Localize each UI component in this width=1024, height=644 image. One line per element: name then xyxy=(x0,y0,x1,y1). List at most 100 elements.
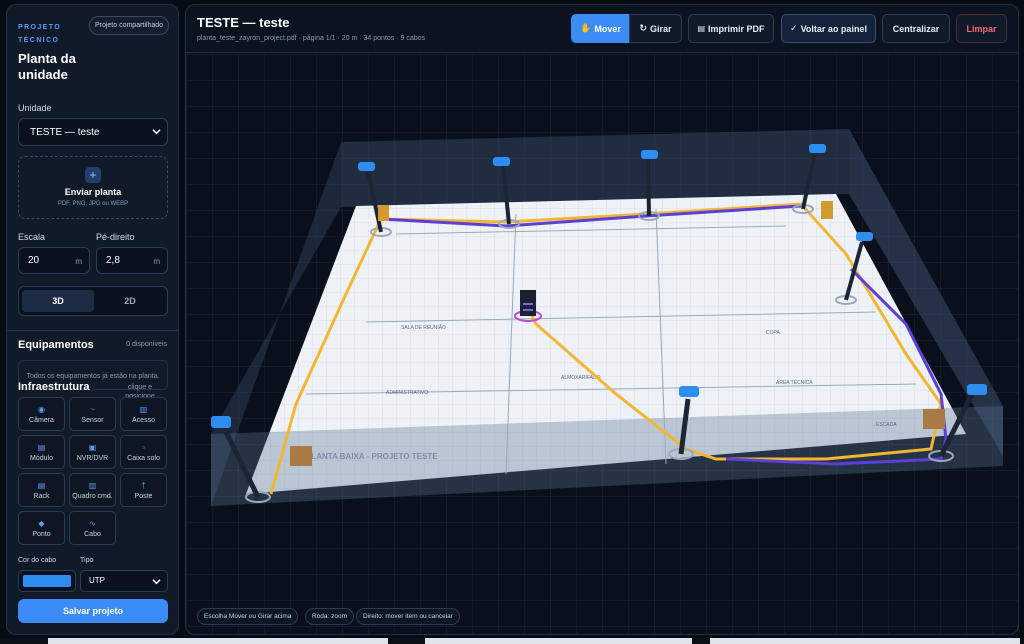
equip-nvr-button[interactable]: ▣ NVR/DVR xyxy=(69,435,116,469)
cable-type-select[interactable]: UTP xyxy=(80,570,168,592)
access-panel[interactable] xyxy=(378,205,389,221)
room-label: SALA DE REUNIÃO xyxy=(401,324,446,331)
back-label: Voltar ao painel xyxy=(800,23,867,34)
room-label: ÁREA TÉCNICA xyxy=(776,379,813,386)
hint-pill: Escolha Mover ou Girar acima xyxy=(197,608,299,625)
cable-type-value: UTP xyxy=(89,576,105,585)
upload-formats: PDF, PNG, JPG ou WEBP xyxy=(57,201,129,207)
cable-color-fill xyxy=(23,575,71,587)
bottom-strip-segment xyxy=(710,638,1020,644)
access-icon: ▥ xyxy=(139,405,148,414)
chevron-down-icon xyxy=(152,129,161,135)
move-label: Mover xyxy=(594,23,621,34)
scale-unit: m xyxy=(75,257,82,266)
upload-plan-dropzone[interactable]: + Enviar planta PDF, PNG, JPG ou WEBP xyxy=(18,156,168,219)
view-2d-button[interactable]: 2D xyxy=(94,290,166,312)
equip-point-button[interactable]: ◆ Ponto xyxy=(18,511,65,545)
hand-icon: ✋ xyxy=(580,23,592,33)
height-unit: m xyxy=(153,257,160,266)
infrastructure-grid: ◉ Câmera ~ Sensor ▥ Acesso ▤ Módulo ▣ NVR/DVR… xyxy=(18,397,170,545)
nvr-icon: ▣ xyxy=(88,443,97,452)
equip-pole-button[interactable]: † Poste xyxy=(120,473,167,507)
rack-icon: ▤ xyxy=(37,481,46,490)
cable-color-picker[interactable] xyxy=(18,570,76,592)
page-title: TESTE — teste xyxy=(197,15,290,30)
point-icon: ◆ xyxy=(38,519,45,528)
clear-button[interactable]: Limpar xyxy=(956,14,1007,43)
room-label: ESCADA xyxy=(876,422,897,428)
equip-cable-button[interactable]: ∿ Cabo xyxy=(69,511,116,545)
plus-icon: + xyxy=(85,167,101,183)
bottom-strip-segment xyxy=(425,638,692,644)
equip-label: Acesso xyxy=(132,417,155,424)
rotate-icon: ↻ xyxy=(639,23,648,33)
print-label: Imprimir PDF xyxy=(708,23,765,34)
rotate-button[interactable]: ↻ Girar xyxy=(629,14,682,43)
ground-box-icon: ▫ xyxy=(142,443,145,452)
scene-svg: SALA DE REUNIÃO ADMINISTRATIVO ALMOXARIF… xyxy=(186,54,1018,634)
bottom-strip-segment xyxy=(48,638,388,644)
cable-icon: ∿ xyxy=(89,519,96,528)
sidebar-eyebrow: PROJETO TÉCNICO xyxy=(18,24,62,44)
access-panel[interactable] xyxy=(821,201,833,219)
chevron-down-icon xyxy=(152,579,161,585)
equip-sensor-button[interactable]: ~ Sensor xyxy=(69,397,116,431)
view-mode-toggle: 3D 2D xyxy=(18,286,168,316)
unit-select-value: TESTE — teste xyxy=(30,126,100,138)
cable-type-label: Tipo xyxy=(80,557,94,564)
equip-rack-button[interactable]: ▤ Rack xyxy=(18,473,65,507)
equip-label: Rack xyxy=(33,493,50,500)
infrastructure-title: Infraestrutura xyxy=(18,381,90,393)
height-value: 2,8 xyxy=(106,255,120,266)
sensor-icon: ~ xyxy=(90,405,95,414)
3d-viewport[interactable]: SALA DE REUNIÃO ADMINISTRATIVO ALMOXARIF… xyxy=(186,54,1018,634)
equipment-empty-text: Todos os equipamentos já estão na planta… xyxy=(26,373,160,380)
ground-box[interactable] xyxy=(290,446,312,466)
move-button[interactable]: ✋ Mover xyxy=(571,14,630,43)
toolbar: TESTE — teste planta_teste_zayron_projec… xyxy=(186,5,1018,53)
check-icon: ✓ xyxy=(790,23,798,33)
unit-label: Unidade xyxy=(18,103,52,113)
printer-icon: ▤ xyxy=(697,24,706,33)
sidebar-title: Planta da unidade xyxy=(18,51,76,82)
equip-label: Módulo xyxy=(30,455,53,462)
hint-pill: Roda: zoom xyxy=(305,608,355,625)
camera-icon: ◉ xyxy=(38,405,45,414)
equip-access-button[interactable]: ▥ Acesso xyxy=(120,397,167,431)
shared-project-badge[interactable]: Projeto compartilhado xyxy=(89,16,169,35)
module-icon: ▤ xyxy=(37,443,46,452)
scale-label: Escala xyxy=(18,232,46,242)
room-label: ADMINISTRATIVO xyxy=(386,390,428,396)
panel-icon: ▥ xyxy=(88,481,97,490)
room-label: COPA xyxy=(766,330,780,336)
rotate-label: Girar xyxy=(650,23,672,34)
equip-camera-button[interactable]: ◉ Câmera xyxy=(18,397,65,431)
equip-ground-box-button[interactable]: ▫ Caixa solo xyxy=(120,435,167,469)
equip-label: Câmera xyxy=(29,417,54,424)
upload-title: Enviar planta xyxy=(64,187,122,197)
height-input[interactable]: 2,8 m xyxy=(96,247,168,274)
view-3d-button[interactable]: 3D xyxy=(22,290,94,312)
equip-panel-button[interactable]: ▥ Quadro cmd. xyxy=(69,473,116,507)
hint-pill: Direito: mover item ou cancelar xyxy=(356,608,460,625)
equip-label: Caixa solo xyxy=(127,455,160,462)
equip-module-button[interactable]: ▤ Módulo xyxy=(18,435,65,469)
equipment-title: Equipamentos xyxy=(18,339,94,351)
equip-label: Sensor xyxy=(81,417,104,424)
save-project-button[interactable]: Salvar projeto xyxy=(18,599,168,623)
plan-title: PLANTA BAIXA - PROJETO TESTE xyxy=(306,452,438,461)
ground-box[interactable] xyxy=(923,409,945,429)
back-to-dashboard-button[interactable]: ✓ Voltar ao painel xyxy=(781,14,876,43)
center-button[interactable]: Centralizar xyxy=(882,14,950,43)
back-wall xyxy=(341,129,849,207)
cable-color-label: Cor do cabo xyxy=(18,557,57,564)
height-label: Pé-direito xyxy=(96,232,135,242)
print-pdf-button[interactable]: ▤ Imprimir PDF xyxy=(688,14,774,43)
page-subtitle: planta_teste_zayron_project.pdf · página… xyxy=(197,35,426,42)
equip-label: Ponto xyxy=(32,531,51,538)
equipment-count: 0 disponíveis xyxy=(126,341,167,348)
equip-label: NVR/DVR xyxy=(76,455,109,462)
scale-value: 20 xyxy=(28,255,40,266)
unit-select[interactable]: TESTE — teste xyxy=(18,118,168,146)
scale-input[interactable]: 20 m xyxy=(18,247,90,274)
